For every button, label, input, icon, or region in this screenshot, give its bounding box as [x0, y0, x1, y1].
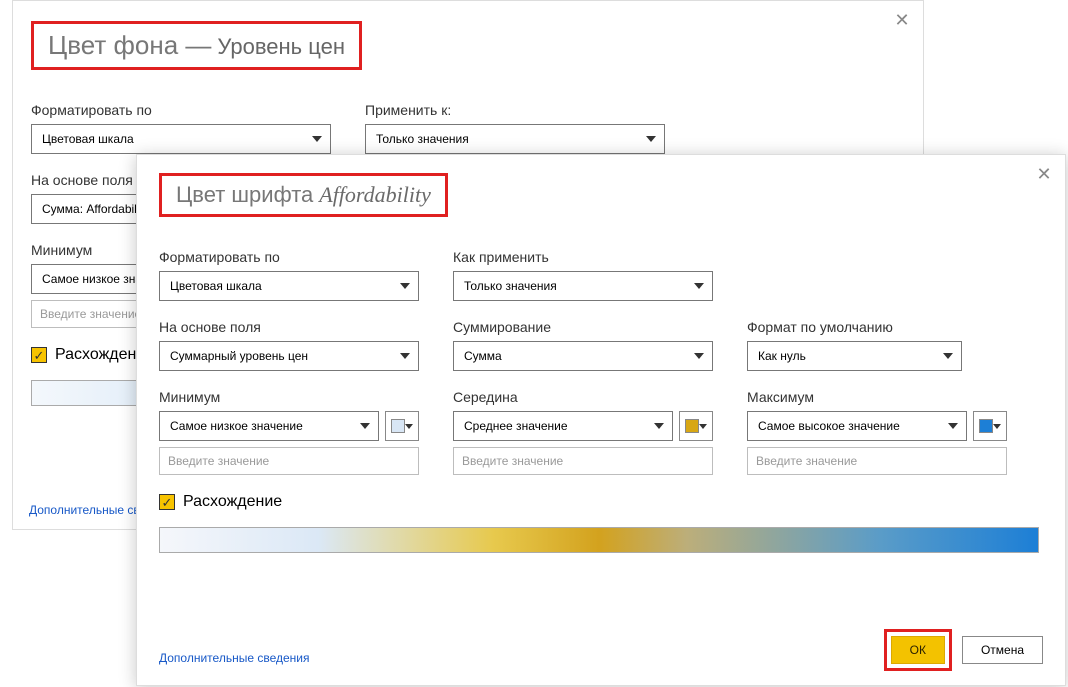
minimum-color-picker[interactable] — [385, 411, 419, 441]
chevron-down-icon — [948, 423, 958, 429]
dialog-buttons: ОК Отмена — [884, 629, 1043, 671]
apply-select[interactable]: Только значения — [453, 271, 713, 301]
maximum-label: Максимум — [747, 389, 1007, 405]
color-swatch — [979, 419, 993, 433]
chevron-down-icon — [699, 424, 707, 429]
format-by-label: Форматировать по — [159, 249, 419, 265]
chevron-down-icon — [694, 283, 704, 289]
dialog-title-sub: Уровень цен — [217, 34, 345, 60]
maximum-color-picker[interactable] — [973, 411, 1007, 441]
color-swatch — [391, 419, 405, 433]
dialog-title-main: Цвет фона — — [48, 30, 211, 61]
chevron-down-icon — [654, 423, 664, 429]
based-on-label: На основе поля — [159, 319, 419, 335]
chevron-down-icon — [943, 353, 953, 359]
close-icon[interactable]: ✕ — [1033, 163, 1055, 185]
format-by-select[interactable]: Цветовая шкала — [159, 271, 419, 301]
close-icon[interactable]: ✕ — [891, 9, 913, 31]
chevron-down-icon — [405, 424, 413, 429]
diverging-checkbox-row: ✓ Расхождение — [159, 493, 1043, 511]
chevron-down-icon — [646, 136, 656, 142]
ok-button-highlight: ОК — [884, 629, 952, 671]
middle-select[interactable]: Среднее значение — [453, 411, 673, 441]
color-swatch — [685, 419, 699, 433]
format-by-value: Цветовая шкала — [170, 279, 262, 293]
summarization-label: Суммирование — [453, 319, 713, 335]
format-by-value: Цветовая шкала — [42, 132, 134, 146]
default-format-label: Формат по умолчанию — [747, 319, 962, 335]
placeholder-text: Введите значение — [462, 454, 563, 468]
maximum-value-input[interactable]: Введите значение — [747, 447, 1007, 475]
summarization-select[interactable]: Сумма — [453, 341, 713, 371]
minimum-select[interactable]: Самое низкое значение — [159, 411, 379, 441]
apply-to-label: Применить к: — [365, 102, 665, 118]
dialog-title-highlight: Цвет шрифта Affordability — [159, 173, 448, 217]
summarization-value: Сумма — [464, 349, 502, 363]
chevron-down-icon — [400, 353, 410, 359]
format-by-label: Форматировать по — [31, 102, 331, 118]
diverging-checkbox[interactable]: ✓ — [31, 347, 47, 363]
based-on-value: Сумма: Affordability — [42, 202, 149, 216]
chevron-down-icon — [360, 423, 370, 429]
chevron-down-icon — [400, 283, 410, 289]
middle-color-picker[interactable] — [679, 411, 713, 441]
dialog-title-sub: Affordability — [319, 182, 431, 208]
more-info-link[interactable]: Дополнительные сведения — [159, 651, 309, 665]
font-color-dialog: ✕ Цвет шрифта Affordability Форматироват… — [136, 154, 1066, 686]
chevron-down-icon — [312, 136, 322, 142]
minimum-value-input[interactable]: Введите значение — [159, 447, 419, 475]
cancel-button[interactable]: Отмена — [962, 636, 1043, 664]
minimum-value: Самое низкое значение — [170, 419, 303, 433]
based-on-value: Суммарный уровень цен — [170, 349, 308, 363]
placeholder-text: Введите значение — [40, 307, 141, 321]
apply-value: Только значения — [464, 279, 557, 293]
maximum-value: Самое высокое значение — [758, 419, 900, 433]
default-format-select[interactable]: Как нуль — [747, 341, 962, 371]
middle-value: Среднее значение — [464, 419, 568, 433]
based-on-select[interactable]: Суммарный уровень цен — [159, 341, 419, 371]
gradient-preview — [159, 527, 1039, 553]
apply-to-select[interactable]: Только значения — [365, 124, 665, 154]
default-format-value: Как нуль — [758, 349, 806, 363]
middle-value-input[interactable]: Введите значение — [453, 447, 713, 475]
apply-to-value: Только значения — [376, 132, 469, 146]
minimum-label: Минимум — [159, 389, 419, 405]
placeholder-text: Введите значение — [756, 454, 857, 468]
chevron-down-icon — [993, 424, 1001, 429]
diverging-checkbox[interactable]: ✓ — [159, 494, 175, 510]
ok-button[interactable]: ОК — [891, 636, 945, 664]
format-by-select[interactable]: Цветовая шкала — [31, 124, 331, 154]
chevron-down-icon — [694, 353, 704, 359]
dialog-title-main: Цвет шрифта — [176, 182, 313, 208]
placeholder-text: Введите значение — [168, 454, 269, 468]
diverging-label: Расхождение — [183, 493, 282, 511]
maximum-select[interactable]: Самое высокое значение — [747, 411, 967, 441]
dialog-title-highlight: Цвет фона — Уровень цен — [31, 21, 362, 70]
middle-label: Середина — [453, 389, 713, 405]
apply-label: Как применить — [453, 249, 713, 265]
